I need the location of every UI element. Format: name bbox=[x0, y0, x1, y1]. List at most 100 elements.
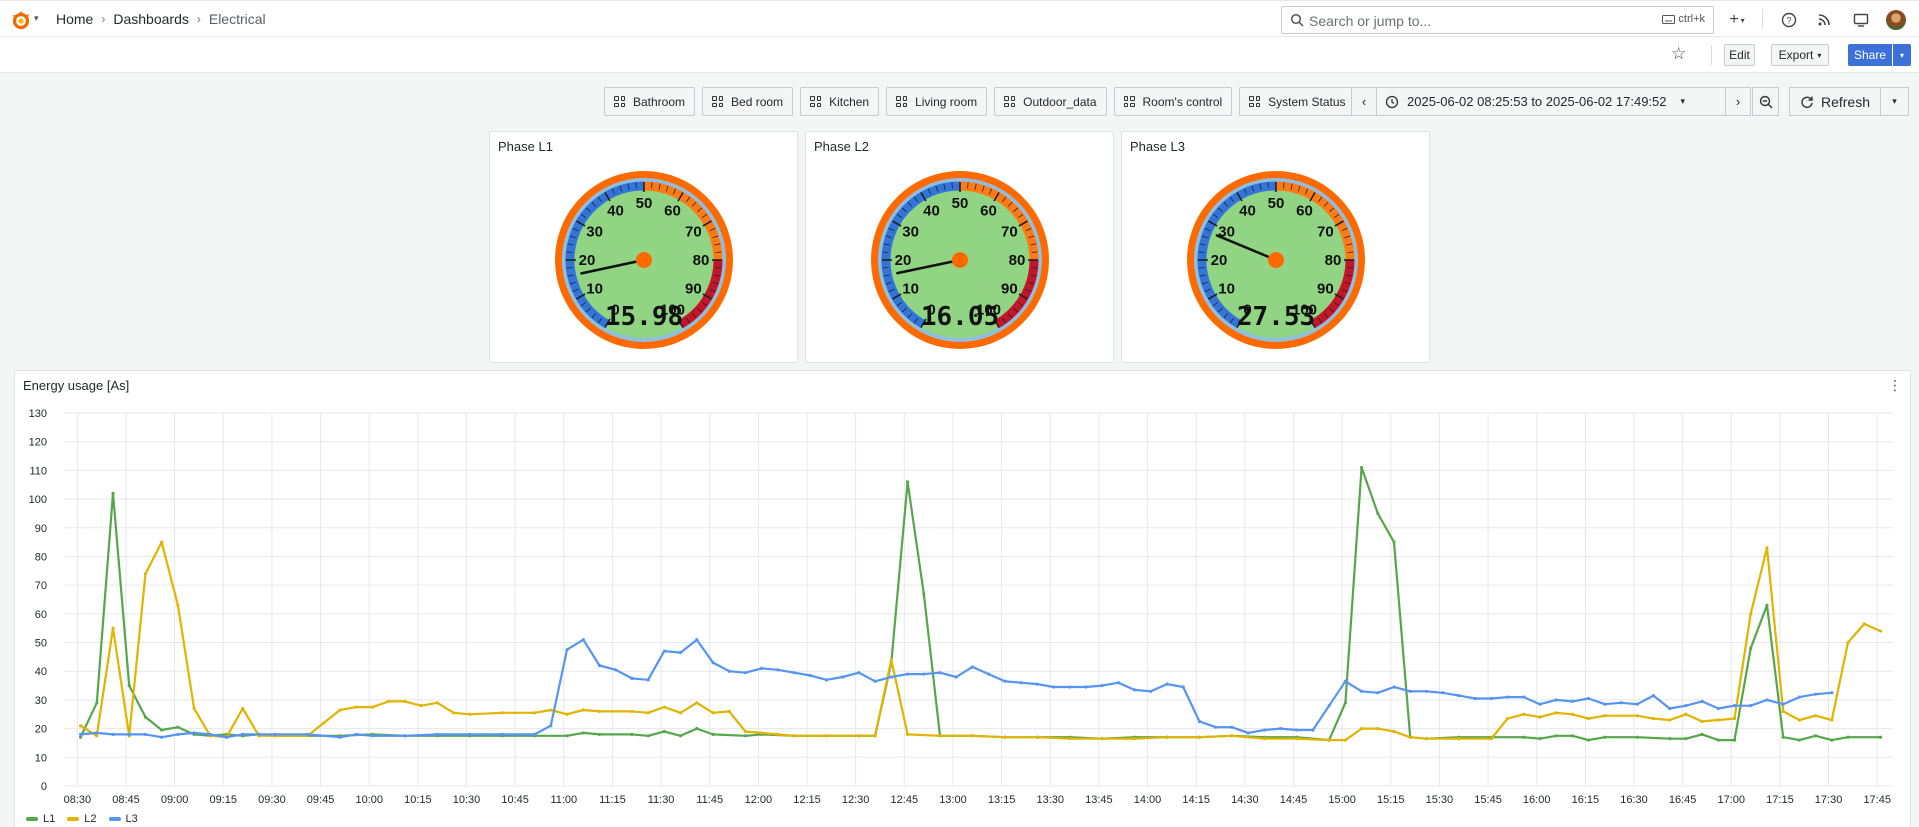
gauge-scale-label: 20 bbox=[895, 252, 912, 269]
refresh-icon bbox=[1801, 96, 1813, 108]
edit-button[interactable]: Edit bbox=[1724, 44, 1755, 66]
legend-swatch bbox=[26, 817, 38, 821]
gauge-scale-label: 20 bbox=[1211, 252, 1228, 269]
breadcrumb-current-page: Electrical bbox=[208, 11, 266, 27]
time-range-picker[interactable]: 2025-06-02 08:25:53 to 2025-06-02 17:49:… bbox=[1376, 87, 1726, 116]
chevron-left-icon: ‹ bbox=[1361, 94, 1367, 109]
gauge-scale-label: 70 bbox=[685, 224, 702, 241]
gauge-panel-l3: Phase L3 0 10 20 30 40 50 60 70 80 90 100 27.53 bbox=[1121, 131, 1430, 363]
divider bbox=[1762, 9, 1763, 29]
gauge-scale-label: 50 bbox=[952, 195, 969, 212]
legend-item-l3[interactable]: L3 bbox=[108, 813, 138, 825]
time-range-label: 2025-06-02 08:25:53 to 2025-06-02 17:49:… bbox=[1407, 94, 1667, 109]
dashboard-grid-icon bbox=[1123, 96, 1135, 107]
dashboard-grid-icon bbox=[1249, 96, 1261, 107]
dashboard-grid-icon bbox=[712, 96, 724, 107]
gauge-scale-label: 10 bbox=[902, 281, 919, 298]
refresh-button[interactable]: Refresh bbox=[1789, 87, 1881, 116]
gauge-value: 16.05 bbox=[921, 302, 999, 332]
new-plus-icon[interactable]: + ▾ bbox=[1724, 10, 1750, 30]
gauge-scale-label: 80 bbox=[693, 252, 710, 269]
gauge-dial: 010203040 50 6070809010027.53 bbox=[1187, 171, 1365, 349]
dashboard-grid-icon bbox=[614, 96, 625, 107]
gauge-scale-label: 70 bbox=[1001, 224, 1018, 241]
legend-swatch bbox=[67, 817, 80, 821]
news-rss-icon[interactable] bbox=[1814, 10, 1834, 30]
link-bathroom[interactable]: Bathroom bbox=[604, 87, 696, 116]
gauge-scale-label: 40 bbox=[923, 203, 940, 220]
gauge-scale-label: 80 bbox=[1009, 252, 1026, 269]
gauge-scale-label: 10 bbox=[586, 281, 603, 298]
grafana-logo-icon[interactable] bbox=[10, 9, 32, 31]
link-system-status[interactable]: System Status bbox=[1239, 87, 1356, 116]
clock-icon bbox=[1385, 95, 1399, 108]
gauge-scale-label: 60 bbox=[1296, 203, 1313, 220]
search-icon bbox=[1290, 13, 1304, 27]
gauge-scale-label: 60 bbox=[980, 203, 997, 220]
svg-text:?: ? bbox=[1786, 16, 1791, 26]
time-range-chevron-down-icon: ▾ bbox=[1680, 96, 1686, 106]
gauge-scale-label: 40 bbox=[607, 203, 624, 220]
zoom-out-icon bbox=[1759, 95, 1772, 108]
link-kitchen[interactable]: Kitchen bbox=[800, 87, 880, 116]
keyboard-icon bbox=[1662, 14, 1676, 24]
share-button[interactable]: Share bbox=[1848, 44, 1892, 66]
panel-title: Phase L2 bbox=[814, 139, 869, 154]
panel-title: Phase L1 bbox=[498, 139, 553, 154]
zoom-out-button[interactable] bbox=[1752, 87, 1779, 116]
link-outdoor-data[interactable]: Outdoor_data bbox=[994, 87, 1107, 116]
panel-title: Energy usage [As] bbox=[23, 378, 130, 393]
gauge-scale-label: 40 bbox=[1239, 203, 1256, 220]
gauge-panel-l1: Phase L1 0 10 20 30 40 50 60 70 80 90 100 15.98 bbox=[489, 131, 798, 363]
gauge-scale-label: 30 bbox=[586, 224, 603, 241]
energy-usage-panel: Energy usage [As] ⋮ bbox=[14, 370, 1911, 827]
gauge-value: 27.53 bbox=[1237, 302, 1315, 332]
gauge-hub bbox=[636, 252, 652, 268]
dashboard-links: Bathroom Bed room Kitchen Living room Ou… bbox=[604, 87, 1356, 116]
breadcrumb: Home › Dashboards › Electrical bbox=[56, 11, 266, 27]
gauge-scale-label: 90 bbox=[1317, 281, 1334, 298]
refresh-interval-chevron-down-icon[interactable]: ▾ bbox=[1880, 87, 1909, 116]
gauge-scale-label: 90 bbox=[1001, 281, 1018, 298]
breadcrumb-dashboards[interactable]: Dashboards bbox=[113, 11, 189, 27]
export-chevron-down-icon: ▾ bbox=[1817, 50, 1822, 60]
breadcrumb-home[interactable]: Home bbox=[56, 11, 93, 27]
gauge-panel-l2: Phase L2 0 10 20 30 40 50 60 70 80 90 100 16.05 bbox=[805, 131, 1114, 363]
gauge-dial: 010203040 50 6070809010016.05 bbox=[871, 171, 1049, 349]
favorite-star-icon[interactable]: ☆ bbox=[1671, 44, 1686, 64]
link-living-room[interactable]: Living room bbox=[886, 87, 988, 116]
gauge-hub bbox=[952, 252, 968, 268]
gauge-scale-label: 50 bbox=[636, 195, 653, 212]
link-bed-room[interactable]: Bed room bbox=[702, 87, 794, 116]
breadcrumb-separator-icon: › bbox=[196, 12, 201, 26]
help-icon[interactable]: ? bbox=[1779, 10, 1799, 30]
gauge-hub bbox=[1268, 252, 1284, 268]
chart-legend: L1 L2 L3 bbox=[26, 813, 138, 825]
dashboard-grid-icon bbox=[1004, 96, 1016, 107]
gauge-scale-label: 50 bbox=[1268, 195, 1285, 212]
dashboard-grid-icon bbox=[896, 96, 908, 107]
dashboard-toolbar: ☆ Edit Export ▾ Share ▾ bbox=[0, 37, 1919, 73]
gauge-scale-label: 10 bbox=[1218, 281, 1235, 298]
gauge-scale-label: 70 bbox=[1317, 224, 1334, 241]
gauge-dial: 010203040 50 6070809010015.98 bbox=[555, 171, 733, 349]
user-avatar[interactable] bbox=[1886, 10, 1906, 30]
time-shift-forward-button[interactable]: › bbox=[1725, 87, 1751, 116]
legend-item-l1[interactable]: L1 bbox=[26, 813, 55, 825]
export-button[interactable]: Export ▾ bbox=[1771, 44, 1829, 66]
link-rooms-control[interactable]: Room's control bbox=[1113, 87, 1233, 116]
kiosk-monitor-icon[interactable] bbox=[1851, 10, 1871, 30]
time-shift-back-button[interactable]: ‹ bbox=[1351, 87, 1377, 116]
logo-chevron-down-icon[interactable]: ▾ bbox=[34, 13, 39, 24]
legend-item-l2[interactable]: L2 bbox=[67, 813, 97, 825]
gauge-scale-label: 20 bbox=[579, 252, 596, 269]
gauge-value: 15.98 bbox=[605, 302, 683, 332]
share-menu-chevron-down-icon[interactable]: ▾ bbox=[1893, 44, 1911, 66]
breadcrumb-separator-icon: › bbox=[101, 12, 106, 26]
search-input[interactable]: Search or jump to... ctrl+k bbox=[1281, 6, 1714, 34]
chevron-right-icon: › bbox=[1735, 94, 1741, 109]
panel-menu-icon[interactable]: ⋮ bbox=[1888, 377, 1902, 394]
gauge-scale-label: 60 bbox=[664, 203, 681, 220]
search-placeholder: Search or jump to... bbox=[1309, 13, 1432, 29]
search-shortcut: ctrl+k bbox=[1662, 13, 1705, 25]
